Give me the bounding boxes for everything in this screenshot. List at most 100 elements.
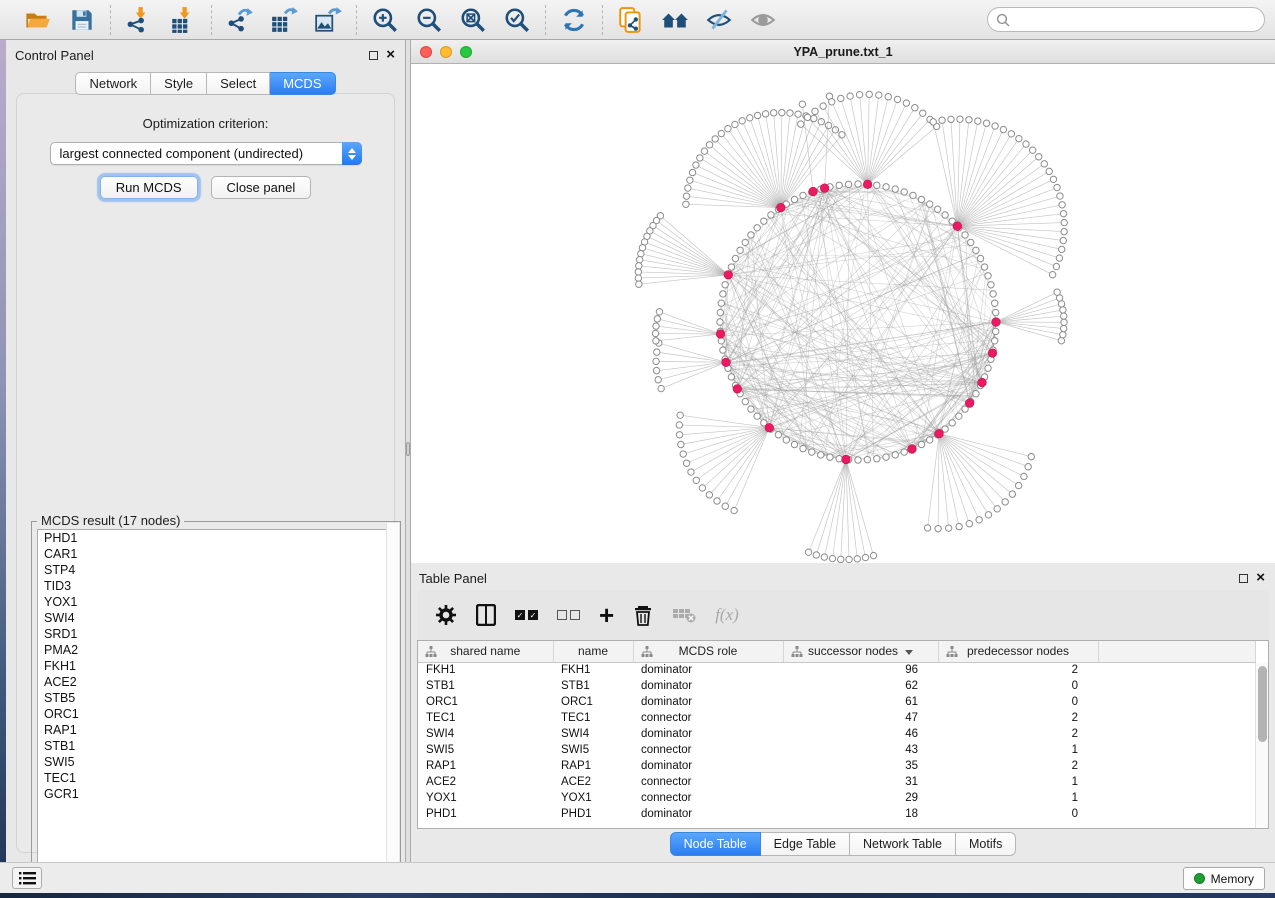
tab-style[interactable]: Style [151,72,207,95]
export-network-icon[interactable] [225,5,255,35]
divider-grip[interactable] [406,442,410,456]
table-row[interactable]: SWI5SWI5connector431 [418,742,1256,758]
table-cell[interactable]: PHD1 [418,806,553,822]
table-row[interactable]: FKH1FKH1dominator962 [418,662,1256,678]
table-cell[interactable]: ACE2 [553,774,633,790]
window-close-icon[interactable] [420,46,432,58]
tab-node-table[interactable]: Node Table [670,832,761,856]
table-cell[interactable]: YOX1 [553,790,633,806]
table-cell[interactable]: connector [633,774,783,790]
delete-column-icon[interactable] [633,602,653,628]
table-cell[interactable]: 46 [783,726,938,742]
open-session-icon[interactable] [23,5,53,35]
float-panel-icon[interactable] [369,51,378,60]
table-cell[interactable]: 0 [938,678,1098,694]
mcds-result-item[interactable]: STP4 [38,562,394,578]
tab-network-table[interactable]: Network Table [850,832,956,856]
close-panel-button[interactable]: Close panel [211,176,312,199]
table-cell[interactable]: 47 [783,710,938,726]
close-panel-icon[interactable]: × [386,50,395,60]
mcds-result-item[interactable]: GCR1 [38,786,394,802]
apply-layout-icon[interactable] [559,5,589,35]
mcds-result-scrollbar[interactable] [386,523,399,891]
table-cell[interactable]: dominator [633,678,783,694]
table-cell[interactable] [1098,806,1256,822]
home-pages-icon[interactable] [660,5,690,35]
search-field[interactable] [987,7,1265,32]
table-cell[interactable]: 2 [938,662,1098,678]
table-cell[interactable]: STB1 [553,678,633,694]
table-cell[interactable]: 61 [783,694,938,710]
mcds-result-item[interactable]: SWI5 [38,754,394,770]
table-cell[interactable]: FKH1 [553,662,633,678]
mcds-result-item[interactable]: ACE2 [38,674,394,690]
table-cell[interactable] [1098,694,1256,710]
table-cell[interactable] [1098,710,1256,726]
table-cell[interactable]: 35 [783,758,938,774]
table-cell[interactable]: 0 [938,694,1098,710]
table-cell[interactable]: FKH1 [418,662,553,678]
table-cell[interactable]: ORC1 [553,694,633,710]
show-column-icon[interactable] [476,602,496,628]
run-mcds-button[interactable]: Run MCDS [100,176,198,199]
settings-gear-icon[interactable] [435,602,457,628]
table-cell[interactable]: 2 [938,758,1098,774]
optimization-criterion-select[interactable]: largest connected component (undirected) [50,142,362,165]
table-cell[interactable]: TEC1 [553,710,633,726]
column-header-name[interactable]: name [553,641,633,662]
mcds-result-item[interactable]: STB5 [38,690,394,706]
table-cell[interactable]: 2 [938,710,1098,726]
column-header-shared-name[interactable]: shared name [418,641,553,662]
table-cell[interactable] [1098,790,1256,806]
table-row[interactable]: RAP1RAP1dominator352 [418,758,1256,774]
table-cell[interactable]: connector [633,790,783,806]
export-table-icon[interactable] [269,5,299,35]
import-network-icon[interactable] [124,5,154,35]
export-image-icon[interactable] [313,5,343,35]
mcds-result-item[interactable]: PMA2 [38,642,394,658]
table-cell[interactable]: connector [633,742,783,758]
mcds-result-item[interactable]: FKH1 [38,658,394,674]
table-cell[interactable]: STB1 [418,678,553,694]
table-cell[interactable]: TEC1 [418,710,553,726]
show-graphics-icon[interactable] [748,5,778,35]
tab-select[interactable]: Select [207,72,270,95]
table-cell[interactable]: 29 [783,790,938,806]
table-cell[interactable]: 2 [938,726,1098,742]
table-cell[interactable]: SWI4 [418,726,553,742]
hide-graphics-icon[interactable] [704,5,734,35]
table-cell[interactable]: dominator [633,758,783,774]
mcds-result-item[interactable]: CAR1 [38,546,394,562]
column-header-successor-nodes[interactable]: successor nodes [783,641,938,662]
mcds-result-item[interactable]: TEC1 [38,770,394,786]
mcds-result-item[interactable]: RAP1 [38,722,394,738]
table-scrollbar[interactable] [1255,663,1268,828]
table-cell[interactable]: RAP1 [553,758,633,774]
window-zoom-icon[interactable] [460,46,472,58]
table-cell[interactable] [1098,758,1256,774]
mcds-result-item[interactable]: SRD1 [38,626,394,642]
tab-edge-table[interactable]: Edge Table [761,832,850,856]
table-cell[interactable]: ACE2 [418,774,553,790]
mcds-result-item[interactable]: ORC1 [38,706,394,722]
table-cell[interactable]: RAP1 [418,758,553,774]
save-session-icon[interactable] [67,5,97,35]
table-cell[interactable] [1098,662,1256,678]
window-minimize-icon[interactable] [440,46,452,58]
search-input[interactable] [1015,13,1256,27]
zoom-selected-icon[interactable] [502,5,532,35]
column-header-predecessor-nodes[interactable]: predecessor nodes [938,641,1098,662]
float-table-panel-icon[interactable] [1239,574,1248,583]
table-cell[interactable]: 31 [783,774,938,790]
table-cell[interactable] [1098,742,1256,758]
task-history-button[interactable] [12,867,42,889]
tab-network[interactable]: Network [75,72,151,95]
table-cell[interactable]: 96 [783,662,938,678]
mcds-result-item[interactable]: YOX1 [38,594,394,610]
table-cell[interactable]: SWI5 [553,742,633,758]
deselect-all-icon[interactable] [557,602,580,628]
table-cell[interactable]: dominator [633,806,783,822]
table-cell[interactable] [1098,774,1256,790]
select-all-icon[interactable]: ✓✓ [515,602,538,628]
table-cell[interactable] [1098,678,1256,694]
